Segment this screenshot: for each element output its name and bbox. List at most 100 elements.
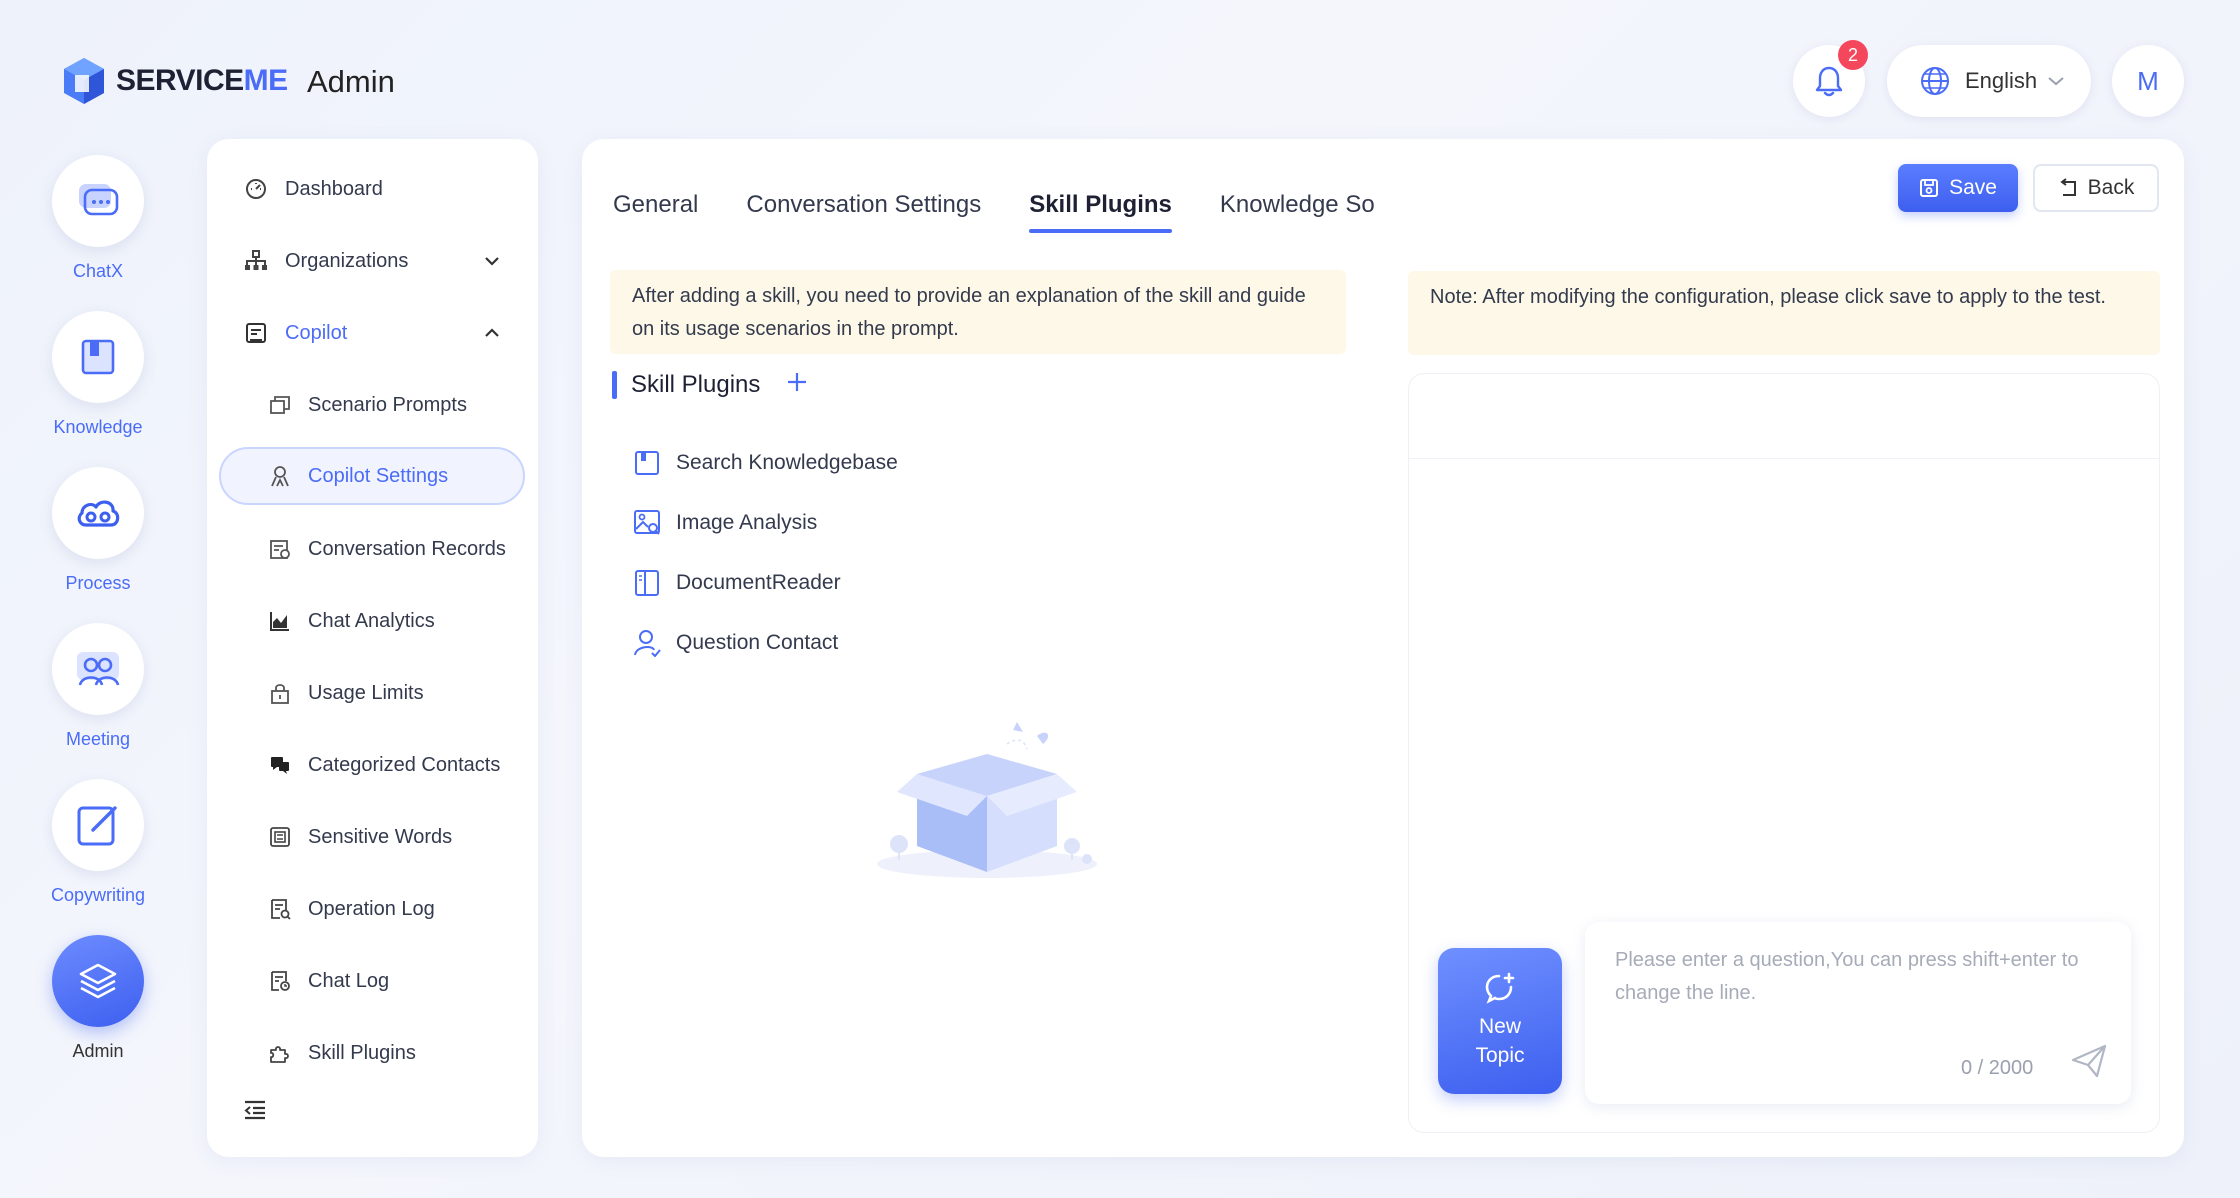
globe-icon bbox=[1921, 67, 1949, 95]
admin-sidebar: Dashboard Organizations Copilot Scenario… bbox=[207, 139, 538, 1157]
chart-icon bbox=[267, 608, 293, 634]
new-topic-button[interactable]: New Topic bbox=[1438, 948, 1562, 1094]
plugin-item-document-reader[interactable]: DocumentReader bbox=[632, 563, 841, 603]
send-icon[interactable] bbox=[2071, 1044, 2107, 1083]
settings-tabs: General Conversation Settings Skill Plug… bbox=[613, 191, 1423, 233]
back-button[interactable]: Back bbox=[2033, 164, 2159, 212]
rail-item-process[interactable]: Process bbox=[52, 467, 144, 594]
plugin-label: Question Contact bbox=[676, 631, 839, 654]
nav-item-organizations[interactable]: Organizations bbox=[207, 233, 538, 289]
notification-badge: 2 bbox=[1838, 40, 1868, 70]
puzzle-icon bbox=[267, 1040, 293, 1066]
save-hint-notice: Note: After modifying the configuration,… bbox=[1408, 271, 2160, 355]
empty-box-illustration bbox=[877, 722, 1097, 878]
nav-label: Usage Limits bbox=[308, 681, 424, 704]
rail-label: Copywriting bbox=[50, 885, 146, 905]
rail-label: ChatX bbox=[72, 261, 124, 281]
words-icon bbox=[267, 824, 293, 850]
chevron-down-icon bbox=[2048, 77, 2064, 86]
rail-icon-wrap bbox=[52, 779, 144, 871]
nav-item-conversation-records[interactable]: Conversation Records bbox=[207, 521, 538, 577]
prompts-icon bbox=[267, 392, 293, 418]
back-label: Back bbox=[2087, 176, 2135, 199]
nav-item-chat-log[interactable]: Chat Log bbox=[207, 953, 538, 1009]
tab-conversation-settings[interactable]: Conversation Settings bbox=[746, 191, 981, 233]
contacts-icon bbox=[267, 752, 293, 778]
book-icon bbox=[81, 339, 115, 375]
plugin-label: Search Knowledgebase bbox=[676, 451, 898, 474]
nav-label: Categorized Contacts bbox=[308, 753, 501, 776]
rail-icon-wrap bbox=[52, 623, 144, 715]
records-icon bbox=[267, 536, 293, 562]
tab-general[interactable]: General bbox=[613, 191, 698, 233]
rail-label: Process bbox=[65, 573, 131, 593]
language-selector[interactable]: English bbox=[1887, 45, 2091, 117]
nav-item-chat-analytics[interactable]: Chat Analytics bbox=[207, 593, 538, 649]
nav-item-copilot-settings[interactable]: Copilot Settings bbox=[219, 447, 525, 505]
tab-knowledge-sources[interactable]: Knowledge So bbox=[1220, 191, 1375, 233]
section-title: Skill Plugins bbox=[631, 371, 761, 398]
nav-label: Operation Log bbox=[308, 897, 435, 920]
org-tree-icon bbox=[243, 248, 269, 274]
nav-label: Scenario Prompts bbox=[308, 393, 467, 416]
nav-item-scenario-prompts[interactable]: Scenario Prompts bbox=[207, 377, 538, 433]
nav-label: Chat Log bbox=[308, 969, 390, 992]
rail-item-meeting[interactable]: Meeting bbox=[52, 623, 144, 750]
plugin-item-search-knowledgebase[interactable]: Search Knowledgebase bbox=[632, 443, 898, 483]
top-header: SERVICEME Admin 2 English M bbox=[0, 0, 2240, 140]
rail-item-admin[interactable]: Admin bbox=[52, 935, 144, 1062]
add-plugin-icon[interactable] bbox=[786, 371, 808, 400]
nav-item-dashboard[interactable]: Dashboard bbox=[207, 161, 538, 217]
back-arrow-icon bbox=[2059, 178, 2076, 196]
rail-item-knowledge[interactable]: Knowledge bbox=[52, 311, 144, 438]
logo-mark-icon bbox=[64, 58, 104, 104]
question-input[interactable] bbox=[1615, 944, 2115, 1024]
collapse-sidebar-icon[interactable] bbox=[243, 1099, 267, 1126]
rail-icon-wrap bbox=[52, 311, 144, 403]
rail-icon-wrap bbox=[52, 155, 144, 247]
page-title: Admin bbox=[307, 64, 395, 99]
new-chat-icon bbox=[1485, 972, 1515, 1004]
nav-item-copilot[interactable]: Copilot bbox=[207, 305, 538, 361]
rail-item-chatx[interactable]: ChatX bbox=[52, 155, 144, 282]
save-button[interactable]: Save bbox=[1898, 164, 2018, 212]
nav-item-sensitive-words[interactable]: Sensitive Words bbox=[207, 809, 538, 865]
char-counter: 0 / 2000 bbox=[1961, 1057, 2034, 1079]
image-analysis-icon bbox=[632, 508, 662, 538]
section-accent-bar bbox=[612, 371, 617, 399]
logo[interactable]: SERVICEME bbox=[60, 56, 288, 106]
rail-label: Admin bbox=[72, 1041, 124, 1061]
nav-item-usage-limits[interactable]: Usage Limits bbox=[207, 665, 538, 721]
user-settings-icon bbox=[267, 463, 293, 489]
rail-item-copywriting[interactable]: Copywriting bbox=[51, 779, 145, 906]
chat-input-box: 0 / 2000 bbox=[1585, 922, 2131, 1104]
plugin-label: Image Analysis bbox=[676, 511, 818, 534]
nav-item-skill-plugins[interactable]: Skill Plugins bbox=[207, 1025, 538, 1081]
nav-label: Organizations bbox=[285, 249, 409, 272]
chat-divider bbox=[1409, 458, 2159, 459]
rail-label: Meeting bbox=[65, 729, 131, 749]
nav-label: Dashboard bbox=[285, 177, 383, 200]
plugin-item-question-contact[interactable]: Question Contact bbox=[632, 623, 838, 663]
chevron-down-icon bbox=[483, 250, 501, 273]
nav-label: Sensitive Words bbox=[308, 825, 453, 848]
knowledgebase-icon bbox=[632, 448, 662, 478]
save-label: Save bbox=[1949, 176, 1997, 199]
tab-skill-plugins[interactable]: Skill Plugins bbox=[1029, 191, 1172, 233]
logo-text: SERVICEME bbox=[116, 64, 288, 97]
rail-label: Knowledge bbox=[53, 417, 143, 437]
plugin-item-image-analysis[interactable]: Image Analysis bbox=[632, 503, 817, 543]
nav-item-categorized-contacts[interactable]: Categorized Contacts bbox=[207, 737, 538, 793]
test-chat-panel: New Topic 0 / 2000 bbox=[1408, 373, 2160, 1133]
cloud-flow-icon bbox=[77, 500, 120, 527]
nav-item-operation-log[interactable]: Operation Log bbox=[207, 881, 538, 937]
copilot-icon bbox=[243, 320, 269, 346]
language-label: English bbox=[1965, 68, 2038, 93]
rail-icon-wrap bbox=[52, 935, 144, 1027]
nav-label: Conversation Records bbox=[308, 537, 506, 560]
nav-label: Copilot Settings bbox=[308, 464, 449, 487]
log-icon bbox=[267, 896, 293, 922]
chat-log-icon bbox=[267, 968, 293, 994]
user-avatar[interactable]: M bbox=[2112, 45, 2184, 117]
main-panel: General Conversation Settings Skill Plug… bbox=[582, 139, 2184, 1157]
